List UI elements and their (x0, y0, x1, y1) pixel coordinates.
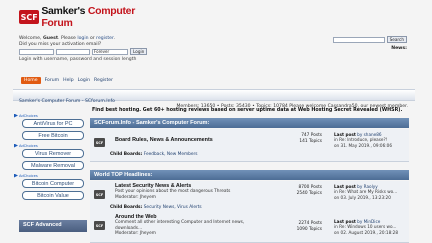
news-label: News: (391, 46, 407, 51)
nav-help[interactable]: Help (63, 78, 73, 83)
last-post-label: Last post (334, 219, 356, 224)
ad-link-malware-removal[interactable]: Malware Removal (22, 161, 84, 170)
ad-link-free-bitcoin[interactable]: Free Bitcoin (22, 131, 84, 140)
search-box: Search (332, 36, 407, 43)
ad-choices[interactable]: AdChoices (14, 113, 87, 118)
login-note: Login with username, password and sessio… (19, 57, 137, 62)
child-boards: Child Boards: Feedback, New Members (110, 152, 198, 157)
adchoices-icon (14, 143, 18, 148)
child-boards-label: Child Boards: (110, 205, 143, 210)
ad-choices[interactable]: AdChoices (14, 173, 87, 178)
last-post-date: on 02. August 2019., 20:18:28 (334, 229, 398, 235)
site-logo[interactable]: SCF Samker's Computer Forum (19, 5, 159, 29)
category-header[interactable]: SCForum.Info - Samker's Computer Forum: (90, 118, 409, 128)
sidebar: AdChoices AntiVirus for PC Free Bitcoin … (14, 113, 87, 203)
ad-choices-label: AdChoices (19, 143, 38, 148)
board-icon: SCF (94, 138, 105, 147)
board-moderator[interactable]: Moderator: Jheyem (115, 231, 244, 237)
login-link[interactable]: login (77, 36, 88, 41)
last-post-label: Last post (334, 132, 356, 137)
password-input[interactable] (56, 48, 90, 55)
category-header[interactable]: World TOP Headlines: (90, 170, 409, 180)
board-last-post: Last post by Raolyy in Re: What are My R… (334, 184, 397, 200)
child-boards-links[interactable]: Feedback, New Members (144, 152, 198, 157)
login-form: Forever Login (19, 48, 148, 55)
session-length-select[interactable]: Forever (92, 48, 128, 55)
breadcrumb[interactable]: Samker's Computer Forum - SCforum.Info (19, 99, 115, 104)
board-desc-line: Comment all other interesting Computer a… (115, 220, 245, 225)
promo-text[interactable]: Find best hosting. Get 60+ hosting revie… (92, 108, 402, 113)
adchoices-icon (14, 113, 18, 118)
last-post-author[interactable]: by MinDice (356, 219, 380, 224)
board-topics: 2540 Topics (296, 191, 322, 196)
board-counts: 8700 Posts 2540 Topics (292, 185, 322, 197)
board-title[interactable]: Board Rules, News & Announcements (115, 137, 213, 143)
register-link[interactable]: register (96, 36, 113, 41)
ad-link-bitcoin-value[interactable]: Bitcoin Value (22, 191, 84, 200)
board-last-post: Last post by MinDice in Re: Windows 10 u… (334, 219, 398, 235)
adchoices-icon (14, 173, 18, 178)
last-post-date: on 03. July 2019., 13:23:20 (334, 194, 391, 200)
ad-choices[interactable]: AdChoices (14, 143, 87, 148)
welcome-box: Welcome, Guest. Please login or register… (19, 36, 115, 48)
board-row: SCF Around the Web Comment all other int… (90, 212, 409, 243)
sidebar-advanced-header[interactable]: SCF Advanced (19, 220, 87, 232)
ad-choices-label: AdChoices (19, 173, 38, 178)
ad-link-antivirus[interactable]: AntiVirus for PC (22, 119, 84, 128)
welcome-text-2: . Please (58, 36, 78, 41)
welcome-text-4: . (113, 36, 115, 41)
guest-label: Guest (42, 36, 59, 41)
board-row: SCF Board Rules, News & Announcements 74… (90, 129, 409, 162)
logo-text-part-a: Samker's (41, 5, 88, 17)
board-last-post: Last post by shane86 in Re: Introduce, p… (334, 132, 392, 148)
nav-register[interactable]: Register (94, 78, 113, 83)
board-topics: 141 Topics (299, 139, 322, 144)
ad-choices-label: AdChoices (19, 113, 38, 118)
ad-link-bitcoin-computer[interactable]: Bitcoin Computer (22, 179, 84, 188)
welcome-text-3: or (88, 36, 97, 41)
child-boards-links[interactable]: Security News, Virus Alerts (144, 205, 202, 210)
search-button[interactable]: Search (386, 36, 407, 43)
last-post-date: on 31. May 2019., 09:06:06 (334, 142, 392, 148)
logo-badge: SCF (19, 10, 40, 24)
board-topics: 1090 Topics (296, 227, 322, 232)
nav-forum[interactable]: Forum (45, 78, 60, 83)
board-counts: 2274 Posts 1090 Topics (292, 221, 322, 233)
board-description: Comment all other interesting Computer a… (115, 220, 244, 237)
search-input[interactable] (332, 36, 385, 43)
nav-home[interactable]: Home (21, 77, 41, 84)
username-input[interactable] (19, 48, 54, 55)
nav-login[interactable]: Login (78, 78, 90, 83)
child-boards: Child Boards: Security News, Virus Alert… (110, 205, 202, 210)
board-description: Post your opinions about the most danger… (115, 189, 230, 200)
board-counts: 747 Posts 141 Topics (292, 133, 322, 145)
login-button[interactable]: Login (130, 48, 148, 55)
logo-text: Samker's Computer Forum (41, 5, 159, 29)
child-boards-label: Child Boards: (110, 152, 143, 157)
main-nav: Home Forum Help Login Register (21, 77, 113, 84)
board-icon: SCF (94, 221, 105, 230)
board-icon: SCF (94, 190, 105, 199)
board-moderator[interactable]: Moderator: Jheyem (115, 195, 230, 201)
last-post-author[interactable]: by Raolyy (356, 184, 378, 189)
ad-link-virus-remover[interactable]: Virus Remover (22, 149, 84, 158)
board-desc-line: Post your opinions about the most danger… (115, 189, 231, 194)
welcome-text: Welcome, (19, 36, 43, 41)
last-post-label: Last post (334, 184, 356, 189)
last-post-author[interactable]: by shane86 (356, 132, 381, 137)
